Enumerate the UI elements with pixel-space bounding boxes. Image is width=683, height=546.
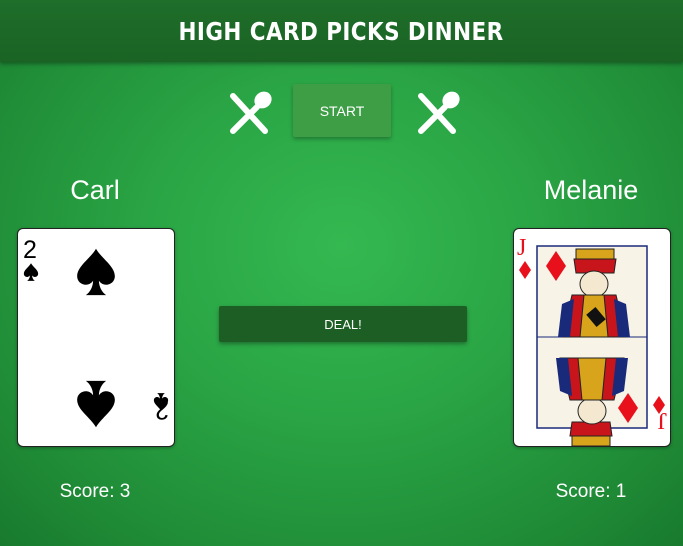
spade-icon bbox=[77, 380, 115, 428]
start-button[interactable]: START bbox=[293, 84, 391, 137]
utensils-icon bbox=[230, 91, 272, 134]
app-header: HIGH CARD PICKS DINNER bbox=[0, 0, 683, 62]
deal-button[interactable]: DEAL! bbox=[219, 306, 467, 342]
score-carl: Score: 3 bbox=[59, 481, 131, 502]
spade-icon bbox=[23, 263, 39, 281]
score-melanie: Score: 1 bbox=[555, 481, 627, 502]
utensils-icon bbox=[418, 91, 460, 134]
player-card-carl: 2 2 bbox=[17, 228, 175, 447]
jack-court-artwork bbox=[536, 245, 648, 447]
player-name-melanie: Melanie bbox=[543, 175, 639, 205]
player-name-carl: Carl bbox=[70, 175, 120, 205]
two-of-spades-card-face: 2 2 bbox=[23, 236, 169, 428]
card-rank-corner: 2 bbox=[23, 236, 37, 264]
player-card-melanie: J J bbox=[513, 228, 671, 447]
card-rank-corner: J bbox=[517, 235, 526, 261]
diamond-icon bbox=[519, 261, 531, 279]
jack-of-diamonds-card-face: J J bbox=[517, 235, 667, 447]
page-title: HIGH CARD PICKS DINNER bbox=[178, 16, 505, 46]
spade-icon bbox=[77, 248, 115, 296]
